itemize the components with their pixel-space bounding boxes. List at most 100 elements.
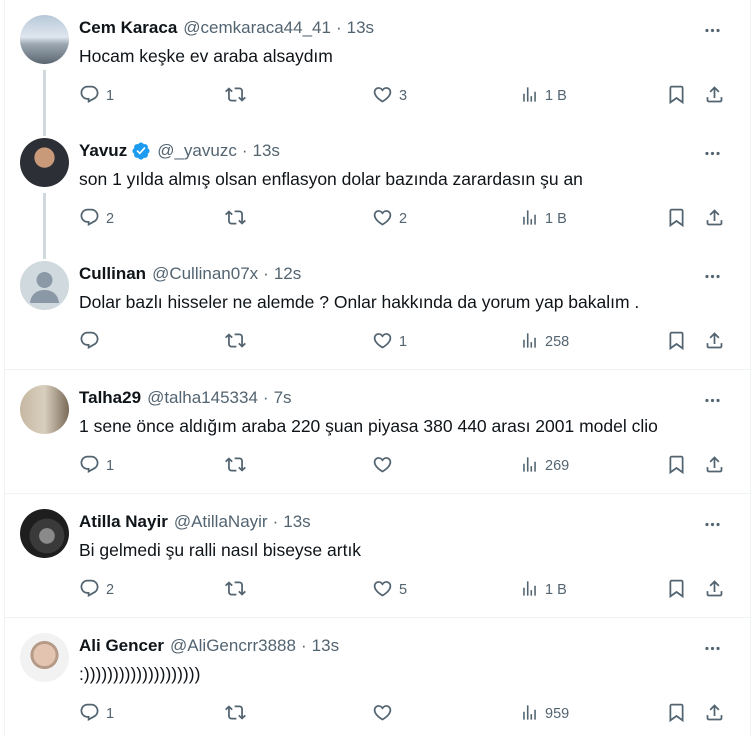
timestamp[interactable]: 13s (312, 636, 339, 656)
author-name[interactable]: Yavuz (79, 141, 127, 161)
like-button[interactable]: 3 (372, 84, 407, 108)
tweet-atilla-nayir[interactable]: Atilla Nayir @AtillaNayir · 13s Bi gelme… (5, 494, 750, 618)
bookmark-button[interactable] (666, 702, 687, 726)
author-handle[interactable]: @AtillaNayir (174, 512, 268, 532)
default-avatar-icon (30, 272, 59, 303)
views-count: 258 (545, 334, 570, 350)
like-count: 3 (399, 88, 408, 104)
verified-badge-icon (131, 141, 151, 161)
more-icon[interactable] (702, 266, 722, 286)
author-handle[interactable]: @talha145334 (147, 388, 258, 408)
separator-dot: · (272, 512, 279, 531)
more-icon[interactable] (702, 514, 722, 534)
tweet-ali-gencer[interactable]: Ali Gencer @AliGencrr3888 · 13s :)))))))… (5, 618, 750, 736)
avatar[interactable] (20, 138, 69, 187)
reply-button[interactable]: 1 (79, 84, 114, 108)
tweet-talha29[interactable]: Talha29 @talha145334 · 7s 1 sene önce al… (5, 370, 750, 494)
tweet-text: :)))))))))))))))))))) (79, 664, 201, 684)
avatar[interactable] (20, 633, 69, 682)
tweet-yavuz[interactable]: Yavuz @_yavuzc · 13s son 1 yılda almış o… (5, 123, 750, 249)
author-handle[interactable]: @AliGencrr3888 (170, 636, 296, 656)
retweet-icon (225, 578, 246, 603)
author-handle[interactable]: @cemkaraca44_41 (183, 18, 331, 38)
share-button[interactable] (704, 330, 725, 354)
action-bar: 1 269 (79, 454, 729, 478)
views-button[interactable]: 1 B (520, 207, 567, 231)
like-button[interactable] (372, 702, 399, 726)
tweet-cullinan[interactable]: Cullinan @Cullinan07x · 12s Dolar bazlı … (5, 246, 750, 370)
tweet-text: 1 sene önce aldığım araba 220 şuan piyas… (79, 416, 658, 436)
timestamp[interactable]: 7s (274, 388, 292, 408)
more-icon[interactable] (702, 390, 722, 410)
share-button[interactable] (704, 454, 725, 478)
views-button[interactable]: 1 B (520, 84, 567, 108)
reply-button[interactable]: 2 (79, 207, 114, 231)
author-name[interactable]: Cullinan (79, 264, 146, 284)
like-button[interactable]: 5 (372, 578, 407, 602)
more-icon[interactable] (702, 638, 722, 658)
bookmark-button[interactable] (666, 84, 687, 108)
retweet-icon (225, 702, 246, 727)
like-button[interactable]: 1 (372, 330, 407, 354)
tweet-header: Talha29 @talha145334 · 7s (79, 387, 292, 409)
separator-dot: · (241, 141, 248, 160)
avatar[interactable] (20, 261, 69, 310)
like-count: 2 (399, 211, 408, 227)
reply-icon (79, 702, 100, 727)
reply-count: 1 (106, 458, 115, 474)
reply-button[interactable]: 1 (79, 454, 114, 478)
avatar[interactable] (20, 15, 69, 64)
retweet-button[interactable] (225, 454, 252, 478)
action-bar: 1 959 (79, 702, 729, 726)
more-icon[interactable] (702, 143, 722, 163)
author-name[interactable]: Atilla Nayir (79, 512, 168, 532)
avatar[interactable] (20, 509, 69, 558)
retweet-button[interactable] (225, 702, 252, 726)
retweet-button[interactable] (225, 84, 252, 108)
retweet-button[interactable] (225, 207, 252, 231)
author-name[interactable]: Talha29 (79, 388, 141, 408)
bookmark-button[interactable] (666, 578, 687, 602)
author-handle[interactable]: @Cullinan07x (152, 264, 258, 284)
views-count: 1 B (545, 211, 567, 227)
bookmark-button[interactable] (666, 207, 687, 231)
views-button[interactable]: 269 (520, 454, 569, 478)
tweet-header: Atilla Nayir @AtillaNayir · 13s (79, 511, 311, 533)
more-icon[interactable] (702, 20, 722, 40)
views-icon (520, 455, 539, 478)
retweet-icon (225, 84, 246, 109)
author-handle[interactable]: @_yavuzc (157, 141, 237, 161)
timestamp[interactable]: 13s (253, 141, 280, 161)
share-button[interactable] (704, 84, 725, 108)
tweet-header: Cullinan @Cullinan07x · 12s (79, 263, 301, 285)
retweet-button[interactable] (225, 330, 252, 354)
like-icon (372, 702, 393, 727)
reply-button[interactable] (79, 330, 106, 354)
views-icon (520, 208, 539, 231)
bookmark-button[interactable] (666, 330, 687, 354)
timestamp[interactable]: 13s (347, 18, 374, 38)
author-name[interactable]: Cem Karaca (79, 18, 177, 38)
tweet-cem-karaca[interactable]: Cem Karaca @cemkaraca44_41 · 13s Hocam k… (5, 0, 750, 126)
tweet-header: Cem Karaca @cemkaraca44_41 · 13s (79, 17, 374, 39)
bookmark-button[interactable] (666, 454, 687, 478)
tweet-text: Bi gelmedi şu ralli nasıl biseyse artık (79, 540, 362, 560)
like-button[interactable]: 2 (372, 207, 407, 231)
views-button[interactable]: 258 (520, 330, 569, 354)
avatar[interactable] (20, 385, 69, 434)
author-name[interactable]: Ali Gencer (79, 636, 164, 656)
share-button[interactable] (704, 578, 725, 602)
retweet-button[interactable] (225, 578, 252, 602)
retweet-icon (225, 330, 246, 355)
timestamp[interactable]: 13s (283, 512, 310, 532)
reply-button[interactable]: 2 (79, 578, 114, 602)
action-bar: 1 258 (79, 330, 729, 354)
share-button[interactable] (704, 207, 725, 231)
views-button[interactable]: 959 (520, 702, 569, 726)
views-button[interactable]: 1 B (520, 578, 567, 602)
separator-dot: · (300, 636, 307, 655)
like-button[interactable] (372, 454, 399, 478)
reply-button[interactable]: 1 (79, 702, 114, 726)
timestamp[interactable]: 12s (274, 264, 301, 284)
share-button[interactable] (704, 702, 725, 726)
